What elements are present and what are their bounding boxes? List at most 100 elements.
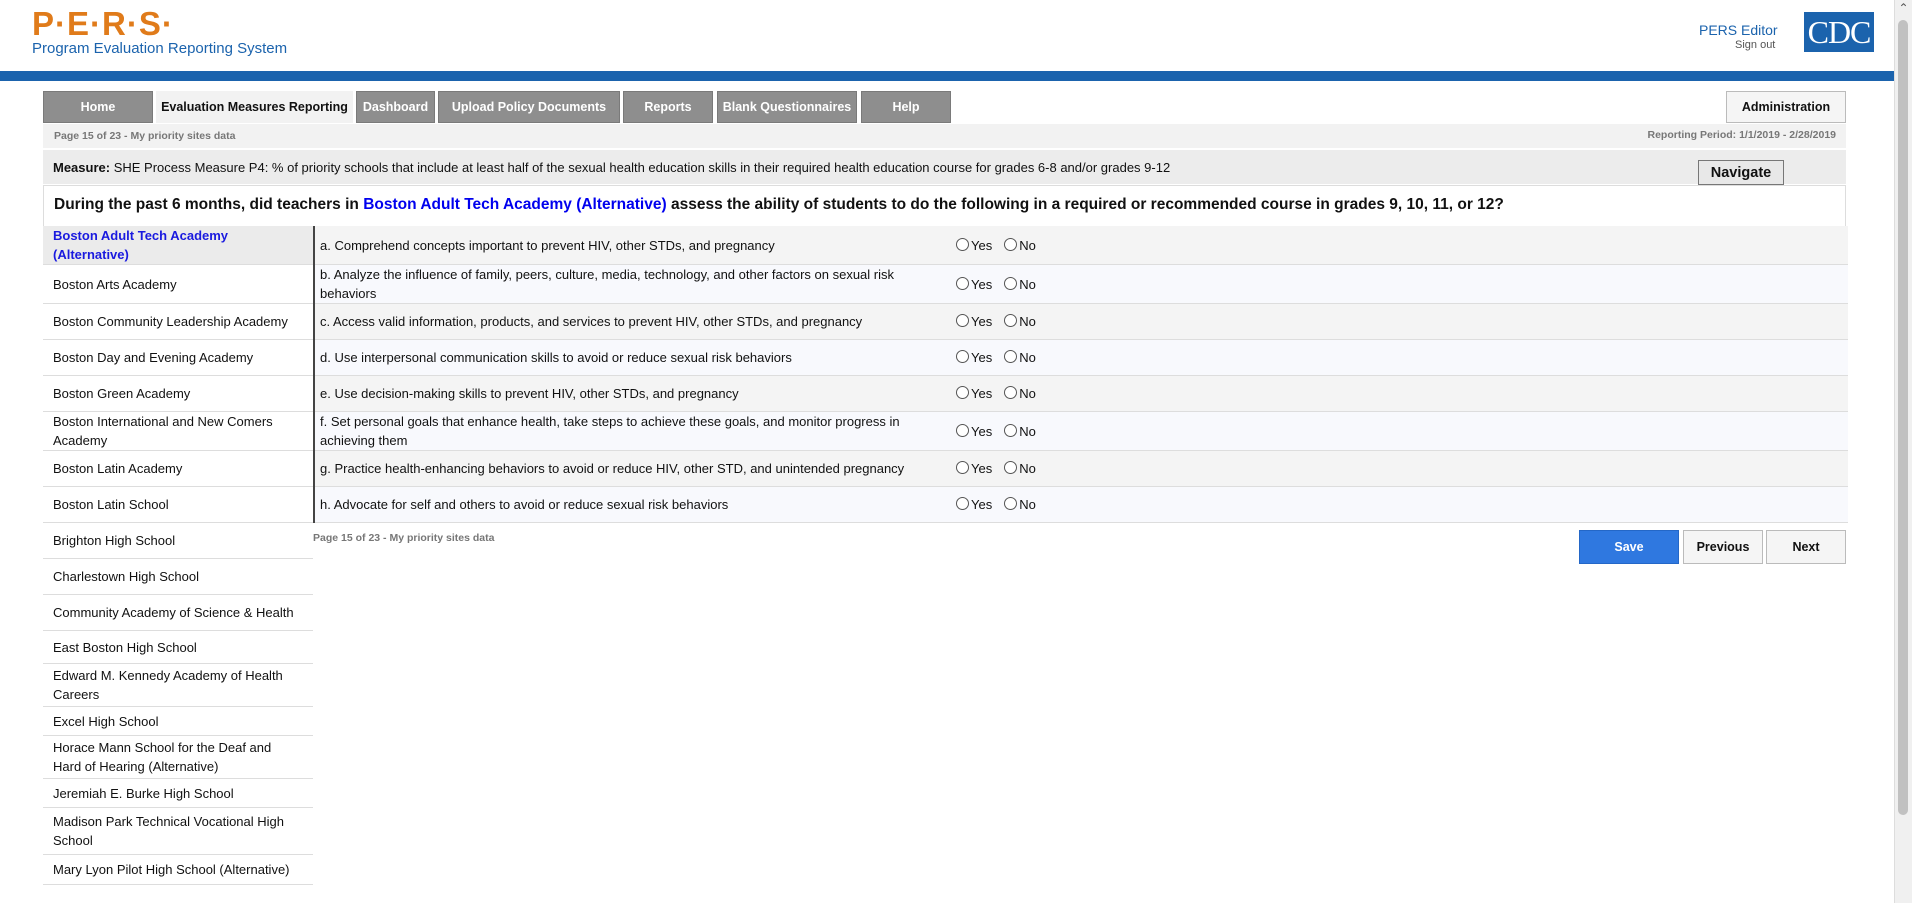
scroll-up-icon[interactable]: ⌃ xyxy=(1895,0,1912,17)
tab-reports[interactable]: Reports xyxy=(623,91,713,123)
school-item[interactable]: Boston Day and Evening Academy xyxy=(43,340,313,376)
no-label: No xyxy=(1019,423,1036,439)
yes-radio[interactable] xyxy=(956,314,969,327)
no-option[interactable]: No xyxy=(1004,276,1036,292)
no-option[interactable]: No xyxy=(1004,461,1036,476)
page-info: Page 15 of 23 - My priority sites data xyxy=(54,130,236,142)
yes-option[interactable]: Yes xyxy=(956,497,992,512)
school-item[interactable]: Boston Green Academy xyxy=(43,376,313,412)
no-option[interactable]: No xyxy=(1004,386,1036,401)
page-info-bottom: Page 15 of 23 - My priority sites data xyxy=(313,532,495,544)
no-label: No xyxy=(1019,497,1036,512)
yes-option[interactable]: Yes xyxy=(956,461,992,476)
no-label: No xyxy=(1019,237,1036,253)
administration-button[interactable]: Administration xyxy=(1726,91,1846,123)
school-item[interactable]: Community Academy of Science & Health xyxy=(43,595,313,631)
yes-radio[interactable] xyxy=(956,276,969,290)
yes-label: Yes xyxy=(971,423,993,439)
yes-label: Yes xyxy=(971,461,993,476)
school-item[interactable]: Boston Community Leadership Academy xyxy=(43,304,313,340)
scroll-thumb[interactable] xyxy=(1898,20,1908,815)
yes-no-options: Yes No xyxy=(956,451,1048,486)
navigate-button[interactable]: Navigate xyxy=(1698,160,1784,185)
school-item[interactable]: Charlestown High School xyxy=(43,559,313,595)
no-radio[interactable] xyxy=(1004,461,1018,474)
tab-upload-policy-documents[interactable]: Upload Policy Documents xyxy=(438,91,620,123)
yes-radio[interactable] xyxy=(956,423,969,437)
no-radio[interactable] xyxy=(1004,350,1018,363)
yes-no-options: Yes No xyxy=(956,487,1048,522)
yes-radio[interactable] xyxy=(956,350,969,363)
school-item[interactable]: Boston Arts Academy xyxy=(43,265,313,304)
sign-out-link[interactable]: Sign out xyxy=(1735,39,1775,51)
no-option[interactable]: No xyxy=(1004,314,1036,329)
school-item[interactable]: Boston Latin School xyxy=(43,487,313,523)
item-text: h. Advocate for self and others to avoid… xyxy=(320,497,729,512)
save-button[interactable]: Save xyxy=(1579,530,1679,564)
yes-no-options: Yes No xyxy=(956,340,1048,375)
no-label: No xyxy=(1019,386,1036,401)
table-row: a. Comprehend concepts important to prev… xyxy=(315,226,1848,265)
school-item[interactable]: Mary Lyon Pilot High School (Alternative… xyxy=(43,855,313,885)
yes-option[interactable]: Yes xyxy=(956,386,992,401)
yes-label: Yes xyxy=(971,497,993,512)
yes-option[interactable]: Yes xyxy=(956,237,992,253)
previous-button[interactable]: Previous xyxy=(1683,530,1763,564)
no-radio[interactable] xyxy=(1004,423,1018,437)
school-item[interactable]: Boston Latin Academy xyxy=(43,451,313,487)
school-item[interactable]: Edward M. Kennedy Academy of Health Care… xyxy=(43,664,313,707)
yes-option[interactable]: Yes xyxy=(956,350,992,365)
school-item[interactable]: East Boston High School xyxy=(43,631,313,664)
no-label: No xyxy=(1019,350,1036,365)
no-option[interactable]: No xyxy=(1004,350,1036,365)
no-option[interactable]: No xyxy=(1004,237,1036,253)
school-item[interactable]: Boston Adult Tech Academy (Alternative) xyxy=(43,226,313,265)
page-scrollbar[interactable]: ⌃ xyxy=(1894,0,1912,903)
question-prefix: During the past 6 months, did teachers i… xyxy=(54,196,359,213)
cdc-logo: CDC xyxy=(1804,12,1874,52)
yes-radio[interactable] xyxy=(956,461,969,474)
next-button[interactable]: Next xyxy=(1766,530,1846,564)
skills-table: a. Comprehend concepts important to prev… xyxy=(313,226,1848,523)
info-bar: Page 15 of 23 - My priority sites data R… xyxy=(43,124,1846,148)
user-name: PERS Editor xyxy=(1699,22,1778,38)
no-radio[interactable] xyxy=(1004,314,1018,327)
yes-option[interactable]: Yes xyxy=(956,276,992,292)
school-item[interactable]: Excel High School xyxy=(43,707,313,736)
no-radio[interactable] xyxy=(1004,237,1018,251)
pers-logo[interactable]: P·E·R·S· xyxy=(32,5,174,43)
header-divider xyxy=(0,71,1895,81)
school-item[interactable]: Horace Mann School for the Deaf and Hard… xyxy=(43,736,313,779)
no-radio[interactable] xyxy=(1004,276,1018,290)
table-row: b. Analyze the influence of family, peer… xyxy=(315,265,1848,304)
tab-home[interactable]: Home xyxy=(43,91,153,123)
yes-label: Yes xyxy=(971,386,993,401)
no-option[interactable]: No xyxy=(1004,423,1036,439)
school-item[interactable]: Boston International and New Comers Acad… xyxy=(43,412,313,451)
no-radio[interactable] xyxy=(1004,497,1018,510)
item-text: c. Access valid information, products, a… xyxy=(320,314,863,329)
yes-radio[interactable] xyxy=(956,237,969,251)
school-item[interactable]: Brighton High School xyxy=(43,523,313,559)
yes-no-options: Yes No xyxy=(956,304,1048,339)
no-label: No xyxy=(1019,276,1036,292)
school-item[interactable]: Madison Park Technical Vocational High S… xyxy=(43,808,313,855)
yes-option[interactable]: Yes xyxy=(956,423,993,439)
yes-radio[interactable] xyxy=(956,497,969,510)
tab-blank-questionnaires[interactable]: Blank Questionnaires xyxy=(717,91,857,123)
yes-no-options: Yes No xyxy=(956,376,1048,411)
no-radio[interactable] xyxy=(1004,386,1018,399)
tab-help[interactable]: Help xyxy=(861,91,951,123)
reporting-period: Reporting Period: 1/1/2019 - 2/28/2019 xyxy=(1647,129,1837,141)
measure-label: Measure: xyxy=(53,160,111,175)
measure-text: Measure: SHE Process Measure P4: % of pr… xyxy=(53,160,1170,175)
school-list: Boston Adult Tech Academy (Alternative) … xyxy=(43,226,313,885)
item-text: b. Analyze the influence of family, peer… xyxy=(320,267,894,301)
school-item[interactable]: Jeremiah E. Burke High School xyxy=(43,779,313,808)
tab-dashboard[interactable]: Dashboard xyxy=(356,91,435,123)
tab-evaluation-measures-reporting[interactable]: Evaluation Measures Reporting xyxy=(156,91,353,123)
table-row: d. Use interpersonal communication skill… xyxy=(315,340,1848,376)
yes-radio[interactable] xyxy=(956,386,969,399)
yes-option[interactable]: Yes xyxy=(956,314,992,329)
no-option[interactable]: No xyxy=(1004,497,1036,512)
